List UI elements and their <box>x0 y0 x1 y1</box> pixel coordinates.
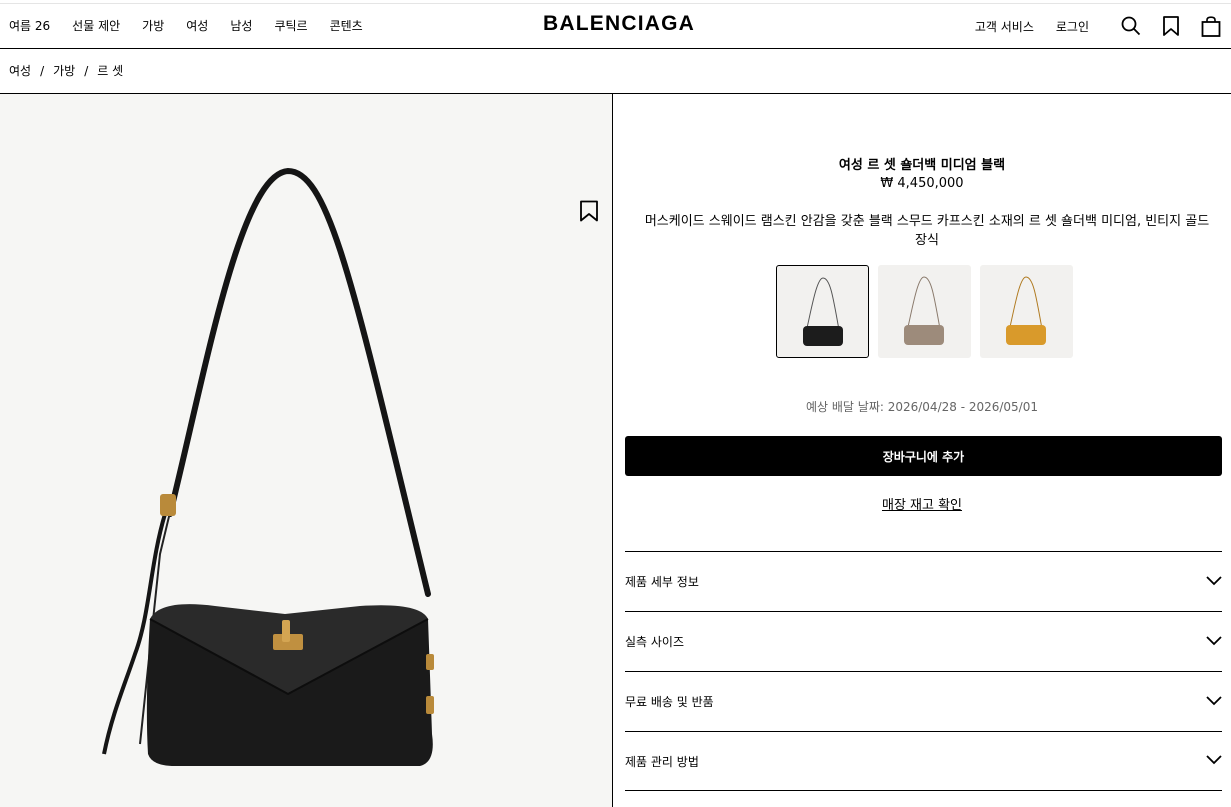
login-link[interactable]: 로그인 <box>1056 18 1089 35</box>
accordion-label: 제품 세부 정보 <box>625 575 699 589</box>
accordion-size[interactable]: 실측 사이즈 <box>625 611 1222 671</box>
breadcrumb-le-cet[interactable]: 르 셋 <box>97 62 123 79</box>
variant-swatch-fill <box>1006 325 1046 345</box>
add-to-cart-button[interactable]: 장바구니에 추가 <box>625 436 1222 476</box>
accordion-label: 제품 관리 방법 <box>625 754 699 769</box>
breadcrumb: 여성 / 가방 / 르 셋 <box>9 62 123 79</box>
product-info-panel: 여성 르 셋 숄더백 미디엄 블랙 ₩ 4,450,000 머스케이드 스웨이드… <box>613 94 1231 807</box>
utility-nav: 고객 서비스 로그인 <box>975 4 1231 48</box>
accordion-label: 무료 배송 및 반품 <box>625 695 714 709</box>
chevron-down-icon <box>1206 635 1222 649</box>
nav-gifts[interactable]: 선물 제안 <box>72 17 120 34</box>
bag-icon[interactable] <box>1191 4 1231 48</box>
chevron-down-icon <box>1206 695 1222 709</box>
nav-content[interactable]: 콘텐츠 <box>330 17 363 34</box>
variant-thumbnail <box>803 277 843 346</box>
store-stock-link[interactable]: 매장 재고 확인 <box>613 494 1231 513</box>
nav-men[interactable]: 남성 <box>230 17 252 34</box>
breadcrumb-separator: / <box>84 63 89 78</box>
breadcrumb-bags[interactable]: 가방 <box>53 62 75 79</box>
variant-swatch-fill <box>803 326 843 346</box>
product-accordion: 제품 세부 정보 실측 사이즈 무료 배송 및 반품 제품 관리 방법 <box>625 551 1222 791</box>
chevron-down-icon <box>1206 575 1222 589</box>
breadcrumb-separator: / <box>40 63 45 78</box>
variant-black[interactable] <box>776 265 869 358</box>
bag-illustration <box>102 167 434 766</box>
product-description: 머스케이드 스웨이드 램스킨 안감을 갖춘 블랙 스무드 카프스킨 소재의 르 … <box>644 214 1210 248</box>
main-nav: 여름 26 선물 제안 가방 여성 남성 쿠틱르 콘텐츠 <box>9 17 385 34</box>
accordion-product-details[interactable]: 제품 세부 정보 <box>625 551 1222 611</box>
variant-ochre[interactable] <box>980 265 1073 358</box>
accordion-care[interactable]: 제품 관리 방법 <box>625 731 1222 791</box>
search-icon[interactable] <box>1111 4 1151 48</box>
nav-couture[interactable]: 쿠틱르 <box>274 17 307 34</box>
nav-bags[interactable]: 가방 <box>142 17 164 34</box>
bookmark-icon[interactable] <box>1151 4 1191 48</box>
brand-logo[interactable]: BALENCIAGA <box>543 12 695 36</box>
variant-swatch-fill <box>904 325 944 345</box>
product-title: 여성 르 셋 숄더백 미디엄 블랙 <box>838 158 1006 173</box>
accordion-label: 실측 사이즈 <box>625 635 685 649</box>
nav-women[interactable]: 여성 <box>186 17 208 34</box>
wishlist-bookmark-icon[interactable] <box>579 200 599 226</box>
variant-thumbnail <box>904 276 944 345</box>
delivery-estimate: 예상 배달 날짜: 2026/04/28 - 2026/05/01 <box>805 400 1038 414</box>
color-variants <box>776 265 1073 358</box>
accordion-shipping[interactable]: 무료 배송 및 반품 <box>625 671 1222 731</box>
site-header: 여름 26 선물 제안 가방 여성 남성 쿠틱르 콘텐츠 BALENCIAGA … <box>0 4 1231 49</box>
variant-taupe[interactable] <box>878 265 971 358</box>
product-image[interactable] <box>0 94 612 807</box>
product-price: ₩ 4,450,000 <box>880 176 964 191</box>
nav-summer[interactable]: 여름 26 <box>9 17 50 34</box>
breadcrumb-women[interactable]: 여성 <box>9 62 31 79</box>
variant-thumbnail <box>1006 276 1046 345</box>
chevron-down-icon <box>1206 754 1222 768</box>
customer-service-link[interactable]: 고객 서비스 <box>975 18 1034 35</box>
